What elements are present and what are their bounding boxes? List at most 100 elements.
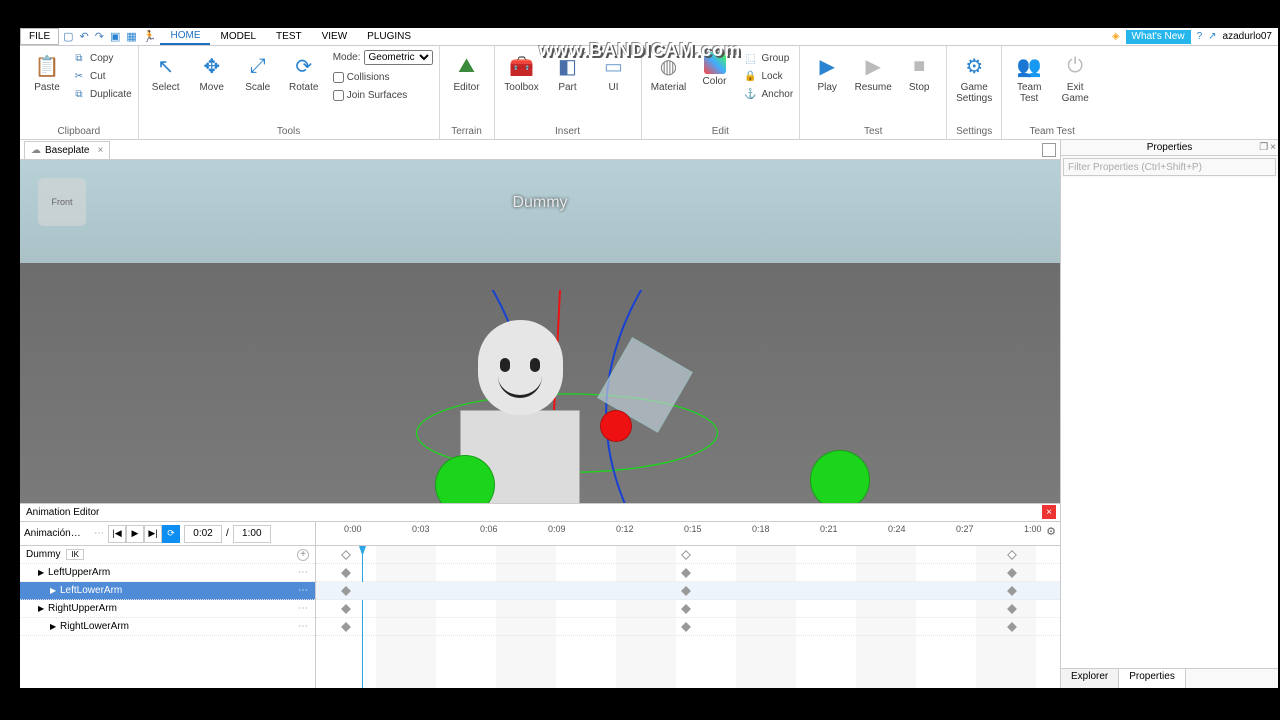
go-end-button[interactable]: ▶| xyxy=(144,525,162,543)
keyframe[interactable] xyxy=(681,586,691,596)
tab-model[interactable]: MODEL xyxy=(210,28,266,45)
username-label[interactable]: azadurlo07 xyxy=(1223,31,1272,42)
total-time-input[interactable] xyxy=(233,525,271,543)
cut-button[interactable]: ✂Cut xyxy=(72,68,132,84)
keyframe[interactable] xyxy=(681,622,691,632)
keyframe-row[interactable] xyxy=(316,564,1060,582)
close-properties-icon[interactable]: × xyxy=(1270,142,1276,153)
game-settings-button[interactable]: ⚙GameSettings xyxy=(953,50,995,104)
exit-game-button[interactable]: ⏻ExitGame xyxy=(1054,50,1096,104)
qat-cube-icon[interactable]: ▣ xyxy=(110,30,120,43)
duplicate-button[interactable]: ⧉Duplicate xyxy=(72,86,132,102)
current-time-input[interactable] xyxy=(184,525,222,543)
mode-select[interactable]: Geometric xyxy=(364,50,433,65)
undock-icon[interactable]: ❐ xyxy=(1259,142,1268,153)
track-options-icon[interactable]: ⋯ xyxy=(298,567,309,578)
qat-redo-icon[interactable]: ↷ xyxy=(95,30,104,43)
timeline-ruler[interactable]: ⚙ 0:000:030:060:090:120:150:180:210:240:… xyxy=(316,522,1060,545)
tab-properties[interactable]: Properties xyxy=(1119,669,1186,688)
tab-explorer[interactable]: Explorer xyxy=(1061,669,1119,688)
help-icon[interactable]: ? xyxy=(1197,31,1203,42)
quick-access-toolbar: ▢ ↶ ↷ ▣ ▦ 🏃 xyxy=(59,28,160,45)
gizmo-handle-y[interactable] xyxy=(600,410,632,442)
collisions-check[interactable]: Collisions xyxy=(333,69,433,85)
add-track-icon[interactable]: + xyxy=(297,549,309,561)
track-options-icon[interactable]: ⋯ xyxy=(298,585,309,596)
keyframe[interactable] xyxy=(341,622,351,632)
copy-button[interactable]: ⧉Copy xyxy=(72,50,132,66)
track-row[interactable]: ▶RightLowerArm⋯ xyxy=(20,618,315,636)
whats-new-button[interactable]: What's New xyxy=(1126,30,1191,44)
scale-tool[interactable]: ⤢Scale xyxy=(237,50,279,93)
ik-toggle[interactable]: IK xyxy=(66,549,84,560)
anchor-button[interactable]: ⚓Anchor xyxy=(744,86,794,102)
clip-options-icon[interactable]: ⋯ xyxy=(94,528,104,539)
paste-button[interactable]: 📋 Paste xyxy=(26,50,68,93)
tab-test[interactable]: TEST xyxy=(266,28,312,45)
keyframe-row[interactable] xyxy=(316,618,1060,636)
tab-view[interactable]: VIEW xyxy=(312,28,358,45)
keyframe[interactable] xyxy=(1007,568,1017,578)
file-menu[interactable]: FILE xyxy=(20,28,59,45)
qat-run-icon[interactable]: 🏃 xyxy=(143,30,157,43)
upgrade-icon[interactable]: ◈ xyxy=(1112,31,1120,42)
expand-icon[interactable]: ▶ xyxy=(50,622,60,631)
3d-viewport[interactable]: Front Dummy xyxy=(20,160,1060,503)
properties-filter-input[interactable]: Filter Properties (Ctrl+Shift+P) xyxy=(1063,158,1276,176)
close-panel-icon[interactable]: × xyxy=(1042,505,1056,519)
resume-button[interactable]: ▶Resume xyxy=(852,50,894,93)
play-button[interactable]: ▶Play xyxy=(806,50,848,93)
timeline-keyframe-area[interactable] xyxy=(316,546,1060,688)
keyframe[interactable] xyxy=(341,568,351,578)
tab-plugins[interactable]: PLUGINS xyxy=(357,28,421,45)
move-tool[interactable]: ✥Move xyxy=(191,50,233,93)
tab-home[interactable]: HOME xyxy=(160,28,210,45)
terrain-editor-button[interactable]: ⛰Editor xyxy=(446,50,488,93)
keyframe[interactable] xyxy=(1007,604,1017,614)
keyframe-summary[interactable] xyxy=(1007,550,1017,560)
select-tool[interactable]: ↖Select xyxy=(145,50,187,93)
lock-button[interactable]: 🔒Lock xyxy=(744,68,794,84)
document-tab[interactable]: ☁ Baseplate × xyxy=(24,141,110,159)
keyframe[interactable] xyxy=(1007,586,1017,596)
stop-button[interactable]: ■Stop xyxy=(898,50,940,93)
qat-undo-icon[interactable]: ↶ xyxy=(80,30,89,43)
group-button[interactable]: ⿺Group xyxy=(744,50,794,66)
track-options-icon[interactable]: ⋯ xyxy=(298,621,309,632)
keyframe-row[interactable] xyxy=(316,600,1060,618)
play-anim-button[interactable]: ▶ xyxy=(126,525,144,543)
qat-play-icon[interactable]: ▦ xyxy=(126,30,136,43)
track-options-icon[interactable]: ⋯ xyxy=(298,603,309,614)
share-icon[interactable]: ↗ xyxy=(1208,31,1216,42)
expand-icon[interactable]: ▶ xyxy=(50,586,60,595)
keyframe-summary[interactable] xyxy=(341,550,351,560)
toolbox-button[interactable]: 🧰Toolbox xyxy=(501,50,543,93)
keyframe-summary[interactable] xyxy=(681,550,691,560)
keyframe[interactable] xyxy=(341,604,351,614)
team-test-button[interactable]: 👥TeamTest xyxy=(1008,50,1050,104)
track-root[interactable]: Dummy IK + xyxy=(20,546,315,564)
keyframe[interactable] xyxy=(1007,622,1017,632)
ruler-tick: 0:00 xyxy=(344,524,362,534)
track-row[interactable]: ▶LeftUpperArm⋯ xyxy=(20,564,315,582)
restore-window-icon[interactable] xyxy=(1042,143,1056,157)
keyframe[interactable] xyxy=(681,568,691,578)
keyframe[interactable] xyxy=(341,586,351,596)
close-tab-icon[interactable]: × xyxy=(93,145,103,156)
track-row[interactable]: ▶LeftLowerArm⋯ xyxy=(20,582,315,600)
loop-button[interactable]: ⟳ xyxy=(162,525,180,543)
expand-icon[interactable]: ▶ xyxy=(38,604,48,613)
animation-clip-name[interactable]: Animación… xyxy=(24,528,90,539)
track-row[interactable]: ▶RightUpperArm⋯ xyxy=(20,600,315,618)
keyframe-row[interactable] xyxy=(316,546,1060,564)
keyframe-row[interactable] xyxy=(316,582,1060,600)
expand-icon[interactable]: ▶ xyxy=(38,568,48,577)
timeline-settings-icon[interactable]: ⚙ xyxy=(1046,525,1056,538)
rotate-tool[interactable]: ⟳Rotate xyxy=(283,50,325,93)
go-start-button[interactable]: |◀ xyxy=(108,525,126,543)
join-surfaces-check[interactable]: Join Surfaces xyxy=(333,87,433,103)
keyframe[interactable] xyxy=(681,604,691,614)
qat-save-icon[interactable]: ▢ xyxy=(63,30,73,43)
gizmo-handle-x-pos[interactable] xyxy=(810,450,870,503)
view-cube[interactable]: Front xyxy=(38,178,86,226)
